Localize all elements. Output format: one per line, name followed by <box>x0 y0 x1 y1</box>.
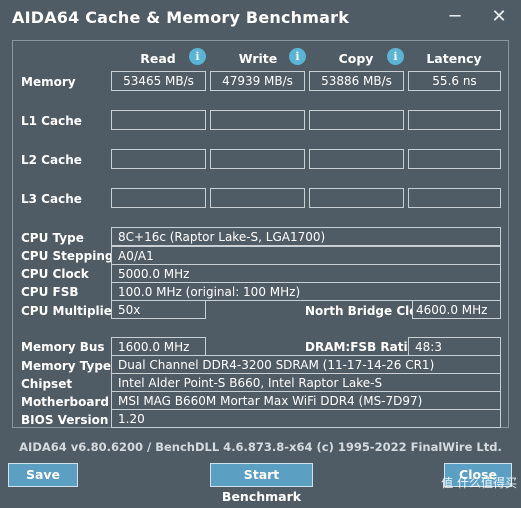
l3-write-value <box>210 188 305 208</box>
l2-write-value <box>210 149 305 169</box>
memory-bus-value: 1600.0 MHz <box>111 337 206 356</box>
info-icon[interactable]: i <box>289 48 306 65</box>
chipset-label: Chipset <box>21 377 73 391</box>
memory-type-value: Dual Channel DDR4-3200 SDRAM (11-17-14-2… <box>111 355 501 374</box>
cpu-multiplier-label: CPU Multiplier <box>21 304 118 318</box>
l2-read-value <box>111 149 206 169</box>
memory-latency-value: 55.6 ns <box>408 71 501 91</box>
l1-cache-label: L1 Cache <box>21 114 82 128</box>
l1-latency-value <box>408 110 501 130</box>
memory-label: Memory <box>21 75 76 89</box>
minimize-icon[interactable]: ─ <box>444 6 466 28</box>
chipset-value: Intel Alder Point-S B660, Intel Raptor L… <box>111 373 501 392</box>
cpu-clock-label: CPU Clock <box>21 267 89 281</box>
cpu-stepping-value: A0/A1 <box>111 246 501 265</box>
north-bridge-clock-value: 4600.0 MHz <box>412 300 501 319</box>
info-icon[interactable]: i <box>189 48 206 65</box>
l2-cache-label: L2 Cache <box>21 153 82 167</box>
memory-read-value: 53465 MB/s <box>111 71 206 91</box>
column-copy-header: Copy <box>338 51 374 66</box>
start-benchmark-button[interactable]: Start Benchmark <box>210 463 313 504</box>
l3-read-value <box>111 188 206 208</box>
watermark: 值 什么值得买 <box>441 476 517 490</box>
l1-write-value <box>210 110 305 130</box>
memory-bus-label: Memory Bus <box>21 340 105 354</box>
dram-fsb-ratio-label: DRAM:FSB Ratio <box>305 340 416 354</box>
dram-fsb-ratio-value: 48:3 <box>408 337 501 356</box>
cpu-fsb-label: CPU FSB <box>21 285 79 299</box>
column-latency-header: Latency <box>426 51 482 66</box>
l2-latency-value <box>408 149 501 169</box>
bios-version-label: BIOS Version <box>21 413 109 427</box>
memory-write-value: 47939 MB/s <box>210 71 305 91</box>
cpu-type-label: CPU Type <box>21 231 84 245</box>
l3-cache-label: L3 Cache <box>21 192 82 206</box>
cpu-fsb-value: 100.0 MHz (original: 100 MHz) <box>111 282 501 301</box>
bios-version-value: 1.20 <box>111 409 501 428</box>
window-title: AIDA64 Cache & Memory Benchmark <box>12 8 350 27</box>
motherboard-value: MSI MAG B660M Mortar Max WiFi DDR4 (MS-7… <box>111 391 501 410</box>
l1-copy-value <box>309 110 404 130</box>
memory-copy-value: 53886 MB/s <box>309 71 404 91</box>
motherboard-label: Motherboard <box>21 395 109 409</box>
column-write-header: Write <box>238 51 278 66</box>
memory-type-label: Memory Type <box>21 359 112 373</box>
cpu-type-value: 8C+16c (Raptor Lake-S, LGA1700) <box>111 227 501 246</box>
l1-read-value <box>111 110 206 130</box>
copyright-footer: AIDA64 v6.80.6200 / BenchDLL 4.6.873.8-x… <box>19 440 502 454</box>
cpu-clock-value: 5000.0 MHz <box>111 264 501 283</box>
l2-copy-value <box>309 149 404 169</box>
info-icon[interactable]: i <box>387 48 404 65</box>
save-button[interactable]: Save <box>8 463 78 487</box>
l3-latency-value <box>408 188 501 208</box>
cpu-multiplier-value: 50x <box>111 300 206 319</box>
column-read-header: Read <box>140 51 176 66</box>
l3-copy-value <box>309 188 404 208</box>
title-bar: AIDA64 Cache & Memory Benchmark ─ ✕ <box>0 0 521 36</box>
cpu-stepping-label: CPU Stepping <box>21 249 114 263</box>
close-icon[interactable]: ✕ <box>488 6 510 28</box>
